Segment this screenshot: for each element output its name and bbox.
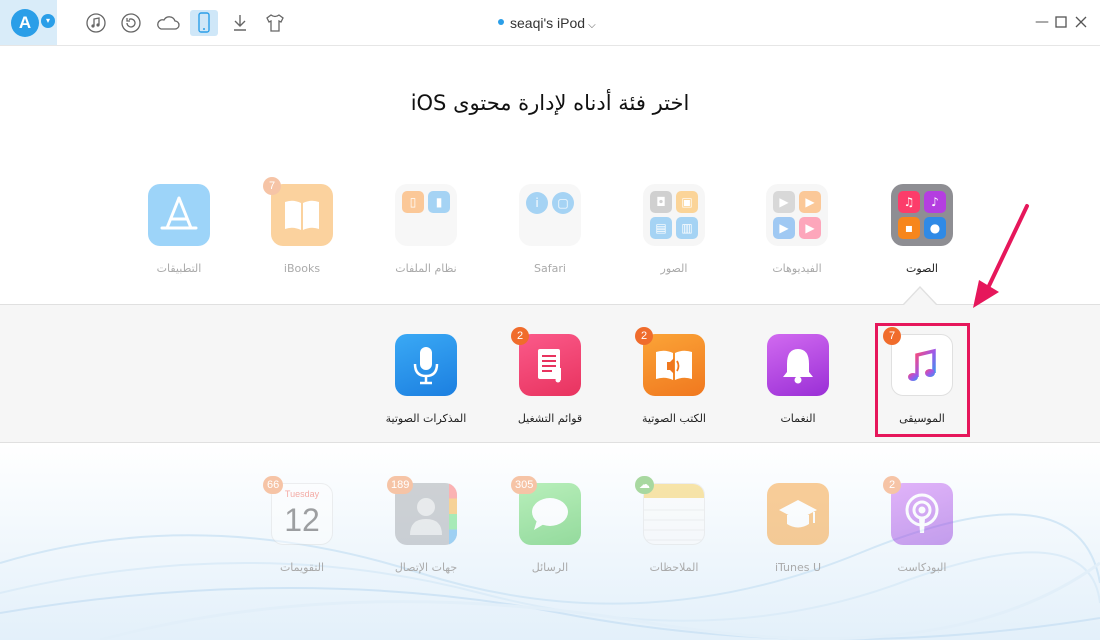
- category-videos[interactable]: ▶ ▶ ▶ ▶ الفيديوهات: [747, 184, 847, 276]
- safari-folder-icon: i ▢: [519, 184, 581, 246]
- photos-folder-icon: ◘ ▣ ▤ ▥: [643, 184, 705, 246]
- category-label: التقويمات: [279, 561, 325, 574]
- category-label: Safari: [534, 262, 566, 275]
- playlist-icon: [519, 334, 581, 396]
- calendar-icon: Tuesday 12: [271, 483, 333, 545]
- minimize-icon[interactable]: —: [1033, 12, 1051, 32]
- sub-audiobooks[interactable]: 2 الكتب الصوتية: [624, 327, 724, 426]
- category-label: الرسائل: [531, 561, 569, 574]
- notes-icon: [643, 483, 705, 545]
- category-label: التطبيقات: [156, 262, 202, 275]
- count-badge: 2: [511, 327, 529, 345]
- category-notes[interactable]: ☁ الملاحظات: [624, 476, 724, 575]
- download-icon[interactable]: [227, 10, 253, 36]
- calendar-date: 12: [284, 502, 320, 538]
- maximize-icon[interactable]: [1052, 12, 1070, 32]
- category-podcasts[interactable]: 2 البودكاست: [872, 476, 972, 575]
- sub-ringtones[interactable]: النغمات: [748, 334, 848, 426]
- tshirt-icon[interactable]: [262, 10, 288, 36]
- filesystem-folder-icon: ▯ ▮: [395, 184, 457, 246]
- annotation-arrow-icon: [973, 204, 1029, 308]
- chevron-down-icon: ⌵: [588, 20, 596, 31]
- music-icon[interactable]: [83, 10, 109, 36]
- audiobook-icon: [643, 334, 705, 396]
- category-messages[interactable]: 305 الرسائل: [500, 476, 600, 575]
- category-audio[interactable]: ♫ ♪ ▪ ● الصوت: [872, 184, 972, 276]
- graduation-cap-icon: [767, 483, 829, 545]
- category-apps[interactable]: التطبيقات: [129, 184, 229, 276]
- page-title: اختر فئة أدناه لإدارة محتوى iOS: [410, 91, 690, 115]
- videos-folder-icon: ▶ ▶ ▶ ▶: [766, 184, 828, 246]
- category-label: الصور: [660, 262, 688, 275]
- cloud-icon[interactable]: [154, 10, 182, 36]
- category-label: iTunes U: [774, 561, 822, 574]
- ibooks-icon: [271, 184, 333, 246]
- count-badge: 305: [511, 476, 538, 494]
- category-label: جهات الإتصال: [394, 561, 458, 574]
- microphone-icon: [395, 334, 457, 396]
- count-badge: 189: [387, 476, 414, 494]
- cloud-badge-icon: ☁: [635, 476, 654, 494]
- category-photos[interactable]: ◘ ▣ ▤ ▥ الصور: [624, 184, 724, 276]
- category-label: الملاحظات: [649, 561, 699, 574]
- category-ibooks[interactable]: 7 iBooks: [252, 177, 352, 276]
- sub-voice-memos[interactable]: المذكرات الصوتية: [376, 334, 476, 426]
- category-calendars[interactable]: 66 Tuesday 12 التقويمات: [252, 476, 352, 575]
- app-window: A ▾ seaqi's iPod ⌵ — اختر فئة أدناه لإدا…: [0, 0, 1100, 640]
- device-selector[interactable]: seaqi's iPod ⌵: [498, 13, 596, 33]
- count-badge: 2: [635, 327, 653, 345]
- count-badge: 66: [263, 476, 284, 494]
- category-label: البودكاست: [897, 561, 947, 574]
- phone-icon[interactable]: [190, 10, 218, 36]
- restore-icon[interactable]: [118, 10, 144, 36]
- chevron-down-icon: ▾: [41, 14, 55, 28]
- sub-playlists[interactable]: 2 قوائم التشغيل: [500, 327, 600, 426]
- category-label: iBooks: [283, 262, 321, 275]
- count-badge: 7: [883, 327, 901, 345]
- bell-icon: [767, 334, 829, 396]
- category-itunes-u[interactable]: iTunes U: [748, 483, 848, 575]
- close-icon[interactable]: [1072, 12, 1090, 32]
- app-menu[interactable]: A ▾: [0, 0, 57, 45]
- count-badge: 2: [883, 476, 901, 494]
- audio-folder-icon: ♫ ♪ ▪ ●: [891, 184, 953, 246]
- category-safari[interactable]: i ▢ Safari: [500, 184, 600, 276]
- sub-label: المذكرات الصوتية: [385, 412, 467, 425]
- appstore-icon: [148, 184, 210, 246]
- podcast-icon: [891, 483, 953, 545]
- category-label: الصوت: [906, 262, 938, 275]
- device-name: seaqi's iPod: [510, 15, 586, 31]
- app-logo-icon: A: [11, 9, 39, 37]
- category-contacts[interactable]: 189 جهات الإتصال: [376, 476, 476, 575]
- count-badge: 7: [263, 177, 281, 195]
- sub-label: النغمات: [780, 412, 816, 425]
- title-bar: A ▾ seaqi's iPod ⌵ —: [0, 0, 1100, 46]
- sub-label: قوائم التشغيل: [517, 412, 583, 425]
- category-label: نظام الملفات: [395, 262, 457, 275]
- category-label: الفيديوهات: [772, 262, 822, 275]
- connected-dot-icon: [498, 19, 504, 26]
- sub-label: الكتب الصوتية: [641, 412, 706, 425]
- category-filesystem[interactable]: ▯ ▮ نظام الملفات: [376, 184, 476, 276]
